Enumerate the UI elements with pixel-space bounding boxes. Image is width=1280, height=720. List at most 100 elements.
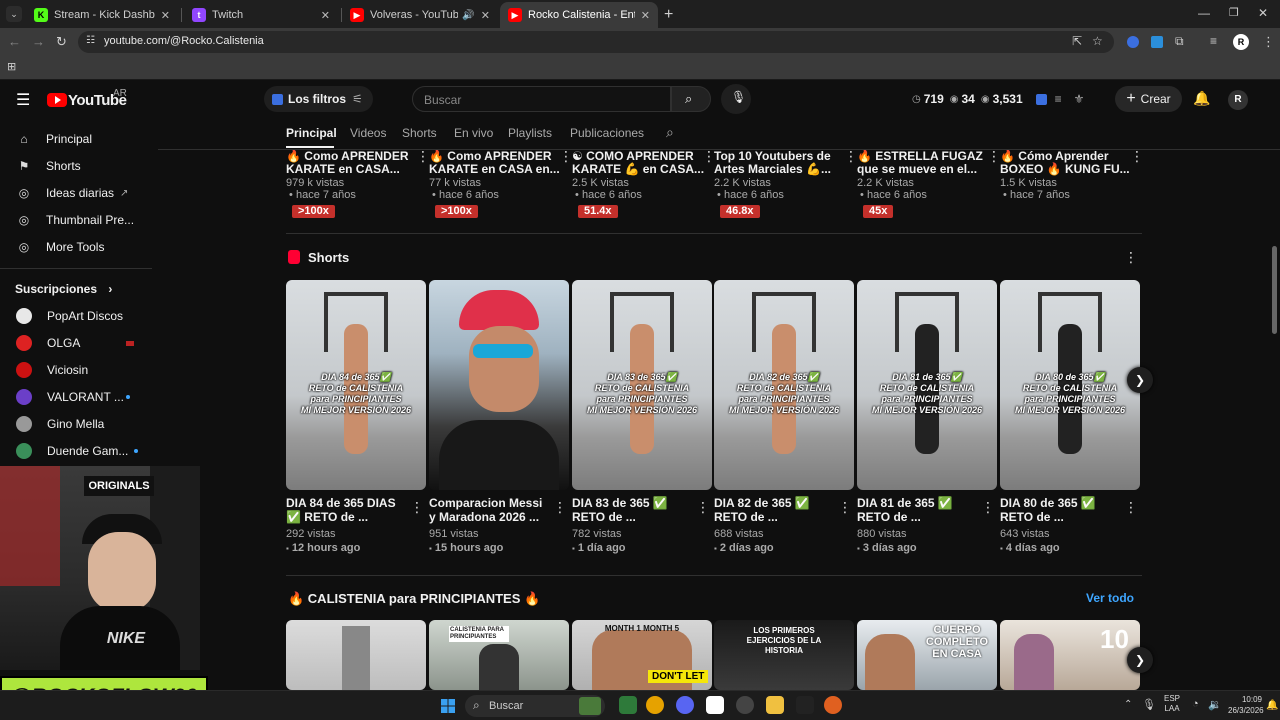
search-input[interactable]: Buscar xyxy=(412,86,671,112)
sidebar-item-more-tools[interactable]: ◎ More Tools xyxy=(0,234,150,260)
award-icon[interactable]: ⚜ xyxy=(1074,92,1085,106)
file-explorer-icon[interactable] xyxy=(766,696,784,714)
sidebar-item-sub[interactable]: Gino Mella xyxy=(0,411,150,437)
tab-twitch[interactable]: t Twitch ✕ xyxy=(184,2,338,28)
more-options-icon[interactable]: ⋮ xyxy=(844,148,858,165)
next-arrow-button[interactable]: ❯ xyxy=(1127,367,1153,393)
account-avatar[interactable]: R xyxy=(1228,90,1248,110)
video-card[interactable]: 🔥 ESTRELLA FUGAZ que se mueve en el... 2.… xyxy=(857,148,1001,218)
short-title[interactable]: DIA 83 de 365 ✅ RETO de ... xyxy=(572,496,694,524)
close-icon[interactable]: ✕ xyxy=(161,9,170,22)
sidebar-item-sub[interactable]: Viciosin xyxy=(0,357,150,383)
more-options-icon[interactable]: ⋮ xyxy=(838,499,852,516)
video-title[interactable]: 🔥 Como APRENDER KARATE en CASA en... xyxy=(429,150,567,177)
extension-icon[interactable] xyxy=(1151,36,1163,48)
video-card[interactable]: 🔥 Cómo Aprender BOXEO 🔥 KUNG FU... 1.5 K … xyxy=(1000,148,1144,201)
reload-icon[interactable]: ↻ xyxy=(56,34,67,50)
search-button[interactable]: ⌕ xyxy=(671,86,711,112)
taskbar-app-icon[interactable] xyxy=(619,696,637,714)
discord-icon[interactable] xyxy=(676,696,694,714)
more-options-icon[interactable]: ⋮ xyxy=(416,148,430,165)
taskbar-app-icon[interactable] xyxy=(824,696,842,714)
more-options-icon[interactable]: ⋮ xyxy=(696,499,710,516)
video-card[interactable]: ☯ COMO APRENDER KARATE 💪 en CASA... 2.5 K… xyxy=(572,148,716,218)
notifications-bell-icon[interactable]: 🔔 xyxy=(1193,90,1210,107)
language-indicator[interactable]: ESP LAA xyxy=(1164,694,1180,714)
playlist-shelf-title[interactable]: 🔥 CALISTENIA para PRINCIPIANTES 🔥 xyxy=(288,591,540,607)
close-icon[interactable]: ✕ xyxy=(321,9,330,22)
new-tab-icon[interactable]: + xyxy=(664,6,673,24)
playlist-video-thumbnail[interactable]: CUERPO COMPLETO EN CASA xyxy=(857,620,997,690)
sidebar-item-sub[interactable]: Duende Gam... xyxy=(0,438,150,464)
video-card[interactable]: Top 10 Youtubers de Artes Marciales 💪...… xyxy=(714,148,858,218)
sidebar-item-sub[interactable]: OLGA xyxy=(0,330,150,356)
short-title[interactable]: DIA 84 de 365 DIAS ✅ RETO de ... xyxy=(286,496,408,524)
more-options-icon[interactable]: ⋮ xyxy=(410,499,424,516)
short-thumbnail[interactable]: DIA 81 de 365✅ RETO de CALISTENIA para PRI… xyxy=(857,280,997,490)
restore-icon[interactable]: ❐ xyxy=(1229,6,1239,19)
notification-center-icon[interactable]: 🔔 xyxy=(1266,700,1278,711)
page-scrollbar-thumb[interactable] xyxy=(1272,246,1277,334)
sidebar-item-ideas[interactable]: ◎ Ideas diarias ↗ xyxy=(0,180,150,206)
video-title[interactable]: 🔥 Cómo Aprender BOXEO 🔥 KUNG FU... xyxy=(1000,150,1138,177)
video-card[interactable]: 🔥 Como APRENDER KARATE en CASA en... 77 k… xyxy=(429,148,573,218)
filters-button[interactable]: Los filtros ⚟ xyxy=(264,86,373,112)
next-arrow-button[interactable]: ❯ xyxy=(1127,647,1153,673)
short-title[interactable]: Comparacion Messi y Maradona 2026 ... xyxy=(429,496,551,524)
short-thumbnail[interactable]: DIA 82 de 365✅ RETO de CALISTENIA para PRI… xyxy=(714,280,854,490)
short-thumbnail[interactable]: DIA 84 de 365✅ RETO de CALISTENIA para PRI… xyxy=(286,280,426,490)
bookmark-star-icon[interactable]: ☆ xyxy=(1092,34,1103,48)
chrome-browser-icon[interactable] xyxy=(646,696,664,714)
windows-start-icon[interactable] xyxy=(441,699,455,713)
channel-search-icon[interactable]: ⌕ xyxy=(666,124,674,141)
create-button[interactable]: + Crear xyxy=(1115,86,1182,112)
more-options-icon[interactable]: ⋮ xyxy=(559,148,573,165)
video-title[interactable]: ☯ COMO APRENDER KARATE 💪 en CASA... xyxy=(572,150,710,177)
epic-games-icon[interactable] xyxy=(796,696,814,714)
sidebar-item-thumbnail-preview[interactable]: ◎ Thumbnail Pre... xyxy=(0,207,150,233)
forward-icon[interactable]: → xyxy=(32,34,45,49)
wifi-icon[interactable]: ◔ xyxy=(1192,698,1199,710)
short-thumbnail[interactable] xyxy=(429,280,569,490)
tab-en-vivo[interactable]: En vivo xyxy=(454,126,493,140)
short-title[interactable]: DIA 81 de 365 ✅ RETO de ... xyxy=(857,496,979,524)
site-info-icon[interactable]: ☷ xyxy=(86,35,95,46)
playlist-video-thumbnail[interactable]: 10 xyxy=(1000,620,1140,690)
more-options-icon[interactable]: ⋮ xyxy=(987,148,1001,165)
tab-kick[interactable]: K Stream - Kick Dashboard ✕ xyxy=(26,2,178,28)
tab-playlists[interactable]: Playlists xyxy=(508,126,552,140)
tab-volveras[interactable]: ▶ Volveras - YouTube 🔊 ✕ xyxy=(342,2,498,28)
youtube-logo[interactable]: YouTube AR xyxy=(47,84,137,114)
sidebar-item-sub[interactable]: VALORANT ... xyxy=(0,384,150,410)
tab-search-icon[interactable]: ⌄ xyxy=(6,6,22,22)
more-options-icon[interactable]: ⋮ xyxy=(1130,148,1144,165)
short-title[interactable]: DIA 82 de 365 ✅ RETO de ... xyxy=(714,496,836,524)
chevron-up-icon[interactable]: ⌃ xyxy=(1124,699,1132,710)
sidebar-item-sub[interactable]: PopArt Discos xyxy=(0,303,150,329)
menu-dots-icon[interactable]: ⋮ xyxy=(1262,34,1275,50)
extensions-puzzle-icon[interactable]: ⧉ xyxy=(1175,34,1184,49)
tab-rocko-calistenia[interactable]: ▶ Rocko Calistenia - Entrenador P ✕ xyxy=(500,2,658,28)
profile-avatar-icon[interactable]: R xyxy=(1233,34,1249,50)
short-thumbnail[interactable]: DIA 83 de 365✅ RETO de CALISTENIA para PRI… xyxy=(572,280,712,490)
tab-shorts[interactable]: Shorts xyxy=(402,126,437,140)
tab-principal[interactable]: Principal xyxy=(286,126,337,140)
subscriptions-heading[interactable]: Suscripciones › xyxy=(15,282,112,296)
sidebar-item-principal[interactable]: ⌂ Principal xyxy=(0,126,150,152)
minimize-icon[interactable]: — xyxy=(1198,6,1210,20)
volume-icon[interactable]: 🔉 xyxy=(1208,698,1222,711)
see-all-link[interactable]: Ver todo xyxy=(1086,591,1134,605)
clock[interactable]: 10:09 26/3/2026 xyxy=(1228,694,1264,716)
capcut-icon[interactable] xyxy=(706,696,724,714)
microphone-icon[interactable]: 🎙 xyxy=(1142,698,1156,711)
obs-icon[interactable] xyxy=(736,696,754,714)
hamburger-menu-icon[interactable]: ☰ xyxy=(16,90,30,110)
more-options-icon[interactable]: ⋮ xyxy=(981,499,995,516)
list-icon[interactable]: ≡ xyxy=(1055,92,1062,106)
sidebar-item-shorts[interactable]: ⚑ Shorts xyxy=(0,153,150,179)
playlist-video-thumbnail[interactable]: DON'T LET MONTH 1 MONTH 5 xyxy=(572,620,712,690)
tab-publicaciones[interactable]: Publicaciones xyxy=(570,126,644,140)
extension-icon[interactable] xyxy=(1035,93,1047,105)
address-input[interactable]: ☷ youtube.com/@Rocko.Calistenia ⇱ ☆ xyxy=(78,31,1114,53)
video-title[interactable]: 🔥 Como APRENDER KARATE en CASA... xyxy=(286,150,424,177)
